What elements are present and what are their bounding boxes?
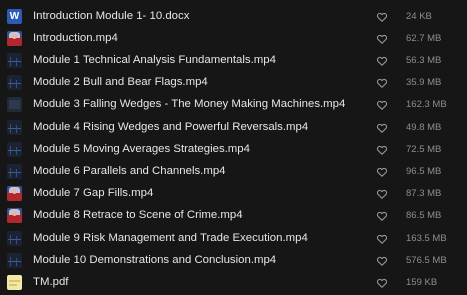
heart-icon[interactable]	[376, 210, 388, 222]
video-thumbnail-presenter	[7, 31, 22, 46]
video-thumbnail-chart	[7, 53, 22, 68]
file-size: 56.3 MB	[406, 55, 442, 66]
file-name: Introduction.mp4	[33, 32, 118, 44]
heart-icon[interactable]	[376, 144, 388, 156]
file-size: 163.5 MB	[406, 233, 447, 244]
heart-icon[interactable]	[376, 233, 388, 245]
file-row[interactable]: Module 1 Technical Analysis Fundamentals…	[0, 50, 467, 72]
video-thumbnail-chart	[7, 142, 22, 157]
video-thumbnail-chart	[7, 120, 22, 135]
file-row[interactable]: Module 6 Parallels and Channels.mp4 96.5…	[0, 161, 467, 183]
pdf-thumbnail	[7, 275, 22, 290]
heart-icon[interactable]	[376, 277, 388, 289]
file-size: 35.9 MB	[406, 77, 442, 88]
file-name: Module 5 Moving Averages Strategies.mp4	[33, 143, 250, 155]
file-size: 62.7 MB	[406, 33, 442, 44]
file-row[interactable]: Module 5 Moving Averages Strategies.mp4 …	[0, 139, 467, 161]
docx-letter: W	[9, 11, 20, 22]
heart-icon[interactable]	[376, 77, 388, 89]
file-row[interactable]: Module 9 Risk Management and Trade Execu…	[0, 228, 467, 250]
file-size: 576.5 MB	[406, 255, 447, 266]
heart-icon[interactable]	[376, 166, 388, 178]
file-row[interactable]: Module 8 Retrace to Scene of Crime.mp4 8…	[0, 205, 467, 227]
file-name: Module 7 Gap Fills.mp4	[33, 187, 154, 199]
video-thumbnail-dark	[7, 97, 22, 112]
file-list: W Introduction Module 1- 10.docx 24 KB I…	[0, 0, 467, 295]
file-size: 49.8 MB	[406, 122, 442, 133]
file-row[interactable]: Module 10 Demonstrations and Conclusion.…	[0, 250, 467, 272]
video-thumbnail-presenter	[7, 186, 22, 201]
file-name: Module 9 Risk Management and Trade Execu…	[33, 232, 308, 244]
file-size: 87.3 MB	[406, 188, 442, 199]
heart-icon[interactable]	[376, 99, 388, 111]
heart-icon[interactable]	[376, 11, 388, 23]
file-row[interactable]: Module 7 Gap Fills.mp4 87.3 MB	[0, 183, 467, 205]
file-row[interactable]: W Introduction Module 1- 10.docx 24 KB	[0, 6, 467, 28]
word-doc-icon: W	[7, 9, 22, 24]
video-thumbnail-chart	[7, 75, 22, 90]
file-row[interactable]: Module 3 Falling Wedges - The Money Maki…	[0, 94, 467, 116]
file-name: Module 6 Parallels and Channels.mp4	[33, 165, 226, 177]
video-thumbnail-chart	[7, 231, 22, 246]
file-name: Module 1 Technical Analysis Fundamentals…	[33, 54, 276, 66]
file-name: Module 10 Demonstrations and Conclusion.…	[33, 254, 277, 266]
heart-icon[interactable]	[376, 122, 388, 134]
heart-icon[interactable]	[376, 255, 388, 267]
file-row[interactable]: TM.pdf 159 KB	[0, 272, 467, 294]
file-row[interactable]: Module 2 Bull and Bear Flags.mp4 35.9 MB	[0, 72, 467, 94]
file-size: 96.5 MB	[406, 166, 442, 177]
file-name: Module 8 Retrace to Scene of Crime.mp4	[33, 209, 243, 221]
file-size: 72.5 MB	[406, 144, 442, 155]
file-name: TM.pdf	[33, 276, 69, 288]
file-size: 24 KB	[406, 11, 432, 22]
file-size: 86.5 MB	[406, 210, 442, 221]
file-name: Module 2 Bull and Bear Flags.mp4	[33, 76, 208, 88]
video-thumbnail-presenter	[7, 208, 22, 223]
video-thumbnail-chart	[7, 164, 22, 179]
file-size: 159 KB	[406, 277, 438, 288]
file-row[interactable]: Module 4 Rising Wedges and Powerful Reve…	[0, 117, 467, 139]
file-row[interactable]: Introduction.mp4 62.7 MB	[0, 28, 467, 50]
file-name: Introduction Module 1- 10.docx	[33, 10, 190, 22]
heart-icon[interactable]	[376, 55, 388, 67]
file-size: 162.3 MB	[406, 99, 447, 110]
heart-icon[interactable]	[376, 188, 388, 200]
video-thumbnail-chart	[7, 253, 22, 268]
file-name: Module 4 Rising Wedges and Powerful Reve…	[33, 121, 309, 133]
heart-icon[interactable]	[376, 33, 388, 45]
file-name: Module 3 Falling Wedges - The Money Maki…	[33, 98, 346, 110]
